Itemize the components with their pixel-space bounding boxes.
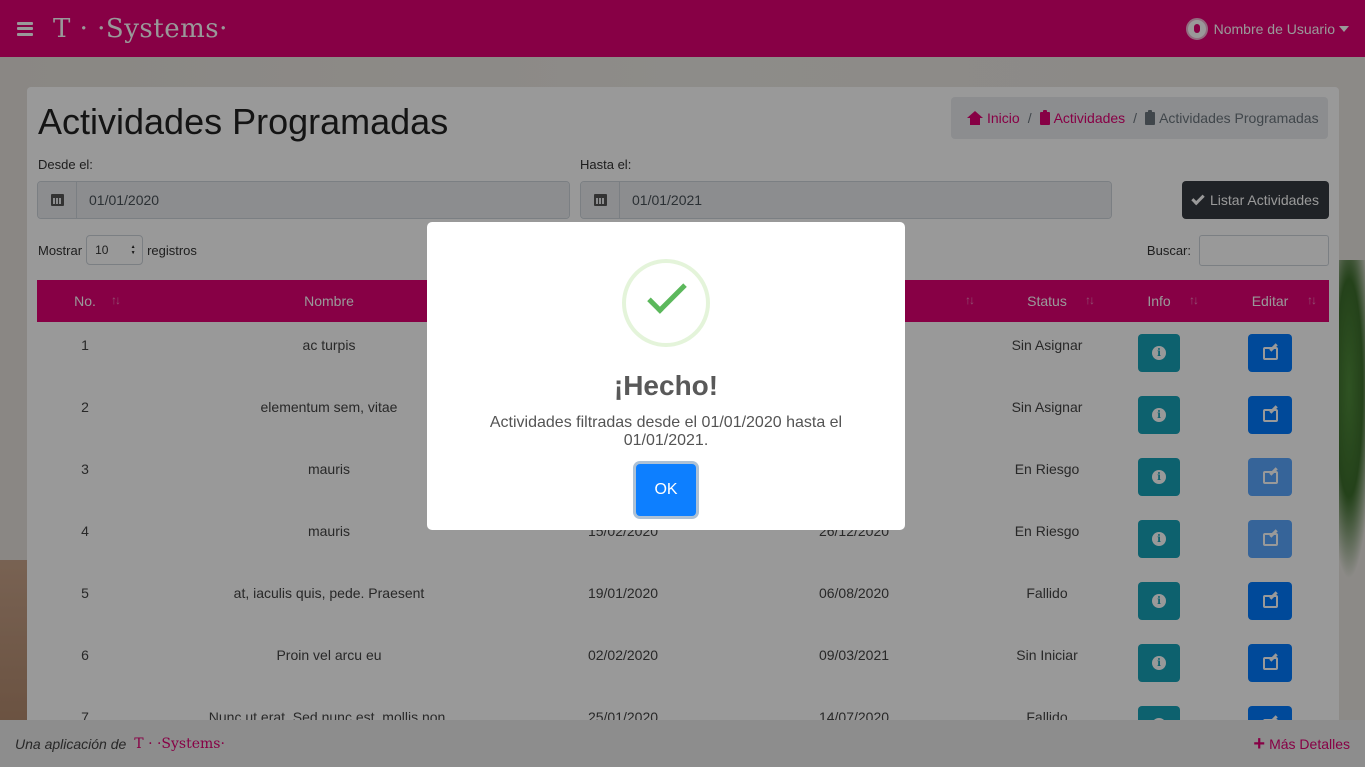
success-icon bbox=[622, 259, 710, 347]
dialog-title: ¡Hecho! bbox=[613, 370, 719, 401]
dialog-message: Actividades filtradas desde el 01/01/202… bbox=[489, 414, 843, 449]
checkmark-icon bbox=[647, 274, 687, 314]
ok-button[interactable]: OK bbox=[636, 464, 696, 516]
success-dialog: ¡Hecho! Actividades filtradas desde el 0… bbox=[427, 222, 905, 530]
